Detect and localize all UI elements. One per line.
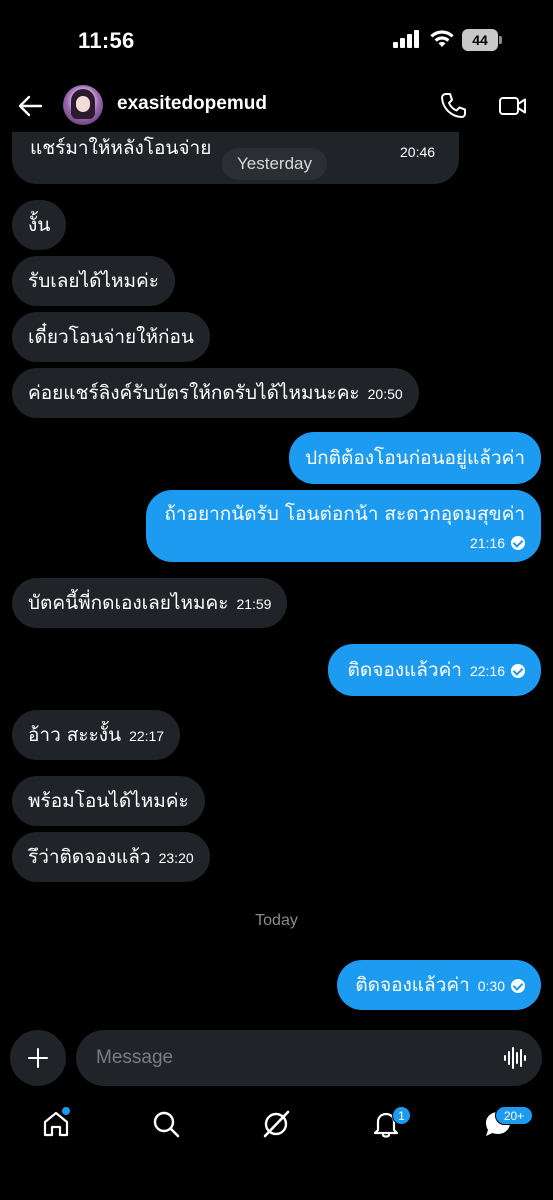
status-bar: 11:56 44 xyxy=(0,0,553,80)
message-bubble-outgoing[interactable]: ติดจองแล้วค่า 0:30 xyxy=(337,960,541,1010)
message-time: 0:30 xyxy=(477,978,505,994)
read-check-icon xyxy=(511,536,525,550)
message-composer xyxy=(0,1028,553,1088)
wifi-icon xyxy=(430,30,454,47)
status-time: 11:56 xyxy=(78,28,135,53)
message-bubble-incoming[interactable]: บัตคนี้พี่กดเองเลยไหมคะ 21:59 xyxy=(12,578,288,628)
home-unread-dot xyxy=(62,1107,70,1115)
add-attachment-button[interactable] xyxy=(10,1030,66,1086)
message-time: 22:16 xyxy=(469,663,505,679)
message-time: 21:59 xyxy=(236,596,272,612)
message-input[interactable] xyxy=(76,1030,542,1086)
conversation-username[interactable]: exasitedopemud xyxy=(117,93,267,115)
message-list[interactable]: แชร์มาให้หลังโอนจ่าย 20:46 Yesterday งั้… xyxy=(0,132,553,1020)
message-text: ปกติต้องโอนก่อนอยู่แล้วค่า xyxy=(305,447,525,469)
date-separator-pill: Yesterday xyxy=(222,148,327,180)
message-text: รึว่าติดจองแล้ว xyxy=(28,846,151,868)
message-time: 20:50 xyxy=(367,386,403,402)
battery-icon: 44 xyxy=(462,29,502,51)
read-check-icon xyxy=(511,664,525,678)
message-text: ค่อยแชร์ลิงค์รับบัตรให้กดรับได้ไหมนะคะ xyxy=(28,382,360,404)
message-bubble-incoming[interactable]: รึว่าติดจองแล้ว 23:20 xyxy=(12,832,210,882)
voice-message-icon[interactable] xyxy=(503,1046,527,1070)
message-text: แชร์มาให้หลังโอนจ่าย xyxy=(30,137,212,159)
message-text: อ้าว สะะงั้น xyxy=(28,724,122,746)
message-bubble-incoming[interactable]: รับเลยได้ไหมค่ะ xyxy=(12,256,175,306)
grok-icon[interactable] xyxy=(260,1108,292,1140)
message-bubble-incoming[interactable]: เดี๋ยวโอนจ่ายให้ก่อน xyxy=(12,312,210,362)
search-icon[interactable] xyxy=(150,1108,182,1140)
message-bubble-outgoing[interactable]: ปกติต้องโอนก่อนอยู่แล้วค่า xyxy=(289,432,541,484)
message-text: ติดจองแล้วค่า xyxy=(347,659,462,681)
notifications-badge: 1 xyxy=(392,1106,411,1125)
avatar[interactable] xyxy=(63,85,103,125)
message-text: รับเลยได้ไหมค่ะ xyxy=(28,270,159,292)
messages-badge: 20+ xyxy=(495,1106,533,1125)
signal-icon xyxy=(393,30,421,48)
message-text: บัตคนี้พี่กดเองเลยไหมคะ xyxy=(28,592,229,614)
video-call-icon[interactable] xyxy=(498,94,528,118)
conversation-header: exasitedopemud xyxy=(0,80,553,132)
battery-level: 44 xyxy=(462,29,498,51)
message-bubble-outgoing[interactable]: ติดจองแล้วค่า 22:16 xyxy=(327,644,541,696)
phone-icon[interactable] xyxy=(440,92,466,120)
message-time: 23:20 xyxy=(158,850,194,866)
bottom-tab-bar: 1 20+ xyxy=(0,1100,553,1156)
message-bubble-outgoing[interactable]: ถ้าอยากนัดรับ โอนต่อกน้า สะดวกอุดมสุขค่า… xyxy=(146,490,541,562)
message-time: 21:16 xyxy=(469,535,505,551)
read-check-icon xyxy=(511,979,525,993)
back-arrow-icon[interactable] xyxy=(16,92,44,120)
message-text: ถ้าอยากนัดรับ โอนต่อกน้า สะดวกอุดมสุขค่า xyxy=(164,503,525,525)
message-text: เดี๋ยวโอนจ่ายให้ก่อน xyxy=(28,326,194,348)
message-text: ติดจองแล้วค่า xyxy=(355,974,470,996)
message-bubble-incoming[interactable]: ค่อยแชร์ลิงค์รับบัตรให้กดรับได้ไหมนะคะ 20… xyxy=(12,368,419,418)
message-bubble-incoming[interactable]: งั้น xyxy=(12,200,67,250)
message-bubble-incoming[interactable]: พร้อมโอนได้ไหมค่ะ xyxy=(12,776,205,826)
message-bubble-incoming[interactable]: อ้าว สะะงั้น 22:17 xyxy=(12,710,181,760)
message-text: พร้อมโอนได้ไหมค่ะ xyxy=(28,790,189,812)
home-indicator xyxy=(170,1180,383,1185)
message-time: 22:17 xyxy=(129,728,165,744)
message-time: 20:46 xyxy=(400,144,436,160)
message-text: งั้น xyxy=(28,214,51,236)
date-separator-today: Today xyxy=(255,912,298,929)
